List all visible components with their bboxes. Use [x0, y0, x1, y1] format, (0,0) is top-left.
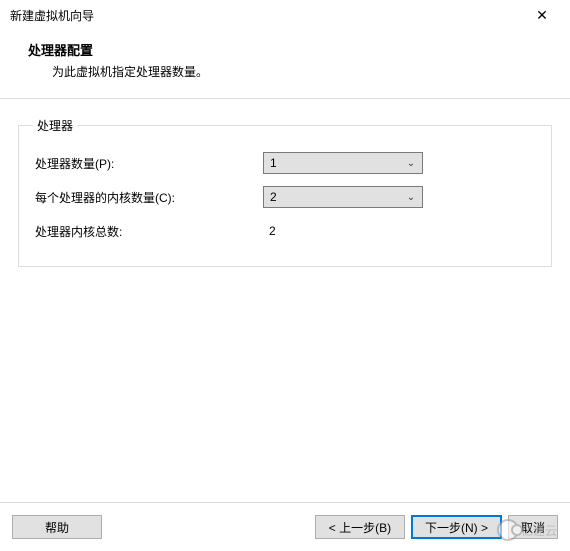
select-cores-per-processor-value: 2: [270, 190, 406, 204]
row-total-cores: 处理器内核总数: 2: [33, 214, 537, 248]
row-cores-per-processor: 每个处理器的内核数量(C): 2 ⌄: [33, 180, 537, 214]
chevron-down-icon: ⌄: [406, 192, 416, 203]
value-total-cores: 2: [263, 224, 276, 238]
chevron-down-icon: ⌄: [406, 158, 416, 169]
close-button[interactable]: ✕: [522, 1, 562, 29]
row-processor-count: 处理器数量(P): 1 ⌄: [33, 146, 537, 180]
back-button[interactable]: < 上一步(B): [315, 515, 405, 539]
processors-group-legend: 处理器: [33, 117, 77, 134]
close-icon: ✕: [536, 7, 548, 24]
select-processor-count[interactable]: 1 ⌄: [263, 152, 423, 174]
window-title: 新建虚拟机向导: [10, 7, 522, 24]
wizard-footer: 帮助 < 上一步(B) 下一步(N) > 取消: [0, 503, 570, 551]
titlebar: 新建虚拟机向导 ✕: [0, 0, 570, 30]
header-title: 处理器配置: [28, 40, 550, 59]
help-button-label: 帮助: [45, 519, 69, 536]
next-button-label: 下一步(N) >: [425, 519, 488, 536]
content-area: 处理器 处理器数量(P): 1 ⌄ 每个处理器的内核数量(C): 2 ⌄: [0, 99, 570, 502]
label-cores-per-processor: 每个处理器的内核数量(C):: [33, 189, 263, 206]
next-button[interactable]: 下一步(N) >: [411, 515, 502, 539]
select-cores-per-processor[interactable]: 2 ⌄: [263, 186, 423, 208]
label-total-cores: 处理器内核总数:: [33, 223, 263, 240]
wizard-window: 新建虚拟机向导 ✕ 处理器配置 为此虚拟机指定处理器数量。 处理器 处理器数量(…: [0, 0, 570, 551]
cancel-button[interactable]: 取消: [508, 515, 558, 539]
wizard-header: 处理器配置 为此虚拟机指定处理器数量。: [0, 30, 570, 98]
label-processor-count: 处理器数量(P):: [33, 155, 263, 172]
header-subtitle: 为此虚拟机指定处理器数量。: [28, 63, 550, 80]
back-button-label: < 上一步(B): [329, 519, 391, 536]
processors-group: 处理器 处理器数量(P): 1 ⌄ 每个处理器的内核数量(C): 2 ⌄: [18, 117, 552, 267]
select-processor-count-value: 1: [270, 156, 406, 170]
help-button[interactable]: 帮助: [12, 515, 102, 539]
cancel-button-label: 取消: [521, 519, 545, 536]
